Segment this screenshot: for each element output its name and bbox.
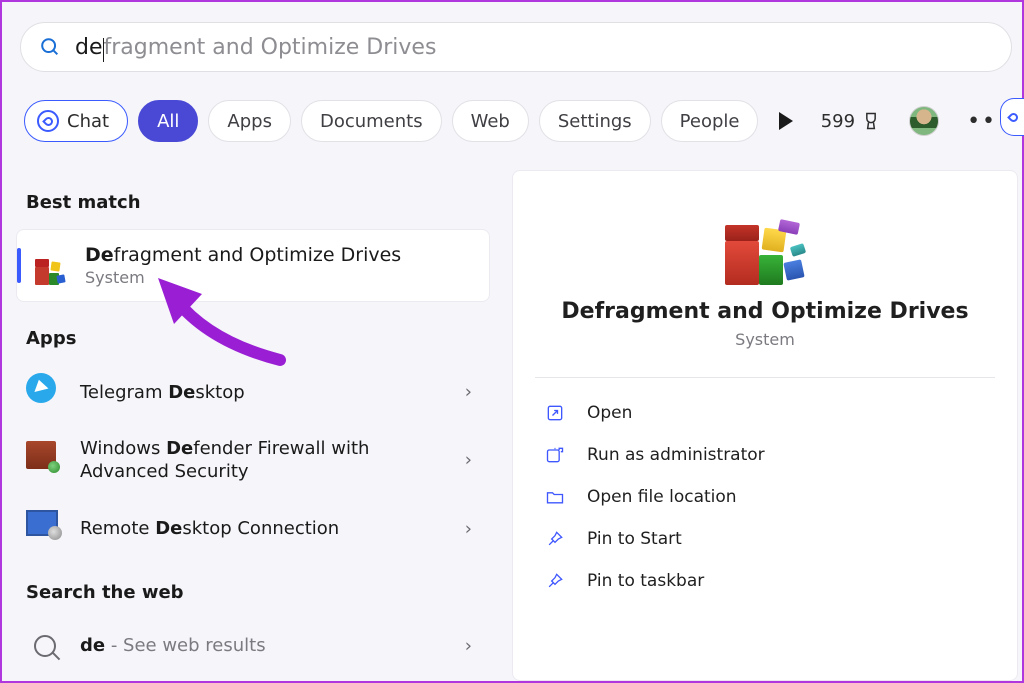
best-match-item[interactable]: Defragment and Optimize Drives System bbox=[16, 229, 490, 302]
app-item-telegram[interactable]: Telegram Desktop › bbox=[12, 361, 494, 423]
action-pin-taskbar[interactable]: Pin to taskbar bbox=[535, 560, 995, 602]
open-icon bbox=[545, 403, 565, 423]
filter-row: Chat All Apps Documents Web Settings Peo… bbox=[24, 98, 1012, 144]
search-input[interactable]: defragment and Optimize Drives bbox=[75, 35, 436, 60]
preview-title: Defragment and Optimize Drives bbox=[535, 299, 995, 324]
chat-pill[interactable]: Chat bbox=[24, 100, 128, 142]
filter-people[interactable]: People bbox=[661, 100, 759, 142]
preview-subtitle: System bbox=[535, 330, 995, 349]
play-icon[interactable] bbox=[779, 112, 793, 130]
defrag-large-icon bbox=[719, 207, 811, 285]
web-result-item[interactable]: de - See web results › bbox=[12, 615, 494, 677]
firewall-icon bbox=[26, 441, 64, 479]
selection-accent bbox=[17, 248, 21, 283]
telegram-icon bbox=[26, 373, 64, 411]
search-icon bbox=[26, 627, 64, 665]
divider bbox=[535, 377, 995, 378]
apps-label: Apps bbox=[12, 306, 494, 361]
pin-icon bbox=[545, 571, 565, 591]
results-left-column: Best match Defragment and Optimize Drive… bbox=[12, 170, 494, 681]
pin-icon bbox=[545, 529, 565, 549]
chat-sidebar-icon[interactable] bbox=[1000, 98, 1024, 136]
rewards-points[interactable]: 599 bbox=[821, 111, 881, 132]
admin-icon bbox=[545, 445, 565, 465]
user-avatar[interactable] bbox=[909, 106, 939, 136]
best-match-subtitle: System bbox=[85, 268, 401, 287]
rdp-icon bbox=[26, 510, 64, 548]
filter-settings[interactable]: Settings bbox=[539, 100, 651, 142]
action-pin-start[interactable]: Pin to Start bbox=[535, 518, 995, 560]
search-bar[interactable]: defragment and Optimize Drives bbox=[20, 22, 1012, 72]
action-run-admin[interactable]: Run as administrator bbox=[535, 434, 995, 476]
filter-documents[interactable]: Documents bbox=[301, 100, 442, 142]
bing-icon bbox=[37, 110, 59, 132]
rewards-badge-icon bbox=[861, 111, 881, 131]
app-item-remote-desktop[interactable]: Remote Desktop Connection › bbox=[12, 498, 494, 560]
app-item-defender-firewall[interactable]: Windows Defender Firewall with Advanced … bbox=[12, 423, 494, 498]
best-match-title: Defragment and Optimize Drives bbox=[85, 244, 401, 266]
chevron-right-icon: › bbox=[465, 382, 472, 403]
action-open-location[interactable]: Open file location bbox=[535, 476, 995, 518]
defrag-icon bbox=[31, 247, 69, 285]
folder-icon bbox=[545, 487, 565, 507]
chevron-right-icon: › bbox=[465, 635, 472, 656]
filter-web[interactable]: Web bbox=[452, 100, 529, 142]
best-match-label: Best match bbox=[12, 170, 494, 225]
filter-all[interactable]: All bbox=[138, 100, 198, 142]
filter-apps[interactable]: Apps bbox=[208, 100, 291, 142]
search-icon bbox=[39, 36, 61, 58]
preview-panel: Defragment and Optimize Drives System Op… bbox=[512, 170, 1018, 681]
search-web-label: Search the web bbox=[12, 560, 494, 615]
chevron-right-icon: › bbox=[465, 518, 472, 539]
chevron-right-icon: › bbox=[465, 450, 472, 471]
action-open[interactable]: Open bbox=[535, 392, 995, 434]
